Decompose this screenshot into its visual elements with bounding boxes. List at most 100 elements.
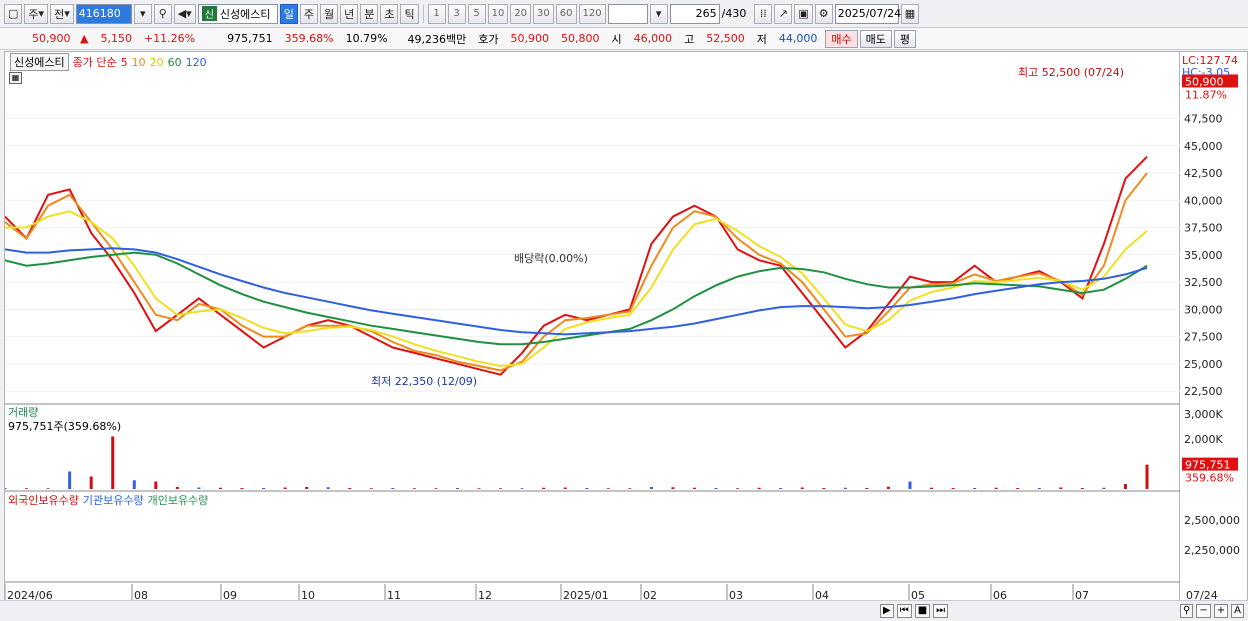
interval-5[interactable]: 5: [467, 3, 486, 24]
chart-area[interactable]: 2024/06 08 09 10 11 12 2025/01 02 03 04 05 06 07: [3, 51, 1181, 604]
price-tick-label: 25,000: [1184, 358, 1223, 371]
legend-foreign: 외국인보유수량: [8, 494, 79, 507]
save-icon[interactable]: ▣: [794, 3, 813, 24]
price-tick-label: 42,500: [1184, 167, 1223, 180]
volume-bar: [973, 488, 977, 489]
grid-table-icon[interactable]: ▦: [9, 72, 22, 84]
volume-bar: [563, 487, 567, 489]
toolbar: ▢ 주 ▾ 전 ▾ 416180 ▾ ⚲ ◀▾ 신 신성에스티 일 주 월 년 분 초…: [0, 0, 1248, 28]
stock-code-input[interactable]: 416180: [75, 3, 132, 24]
period-day[interactable]: 일: [279, 3, 298, 24]
period-week[interactable]: 주: [299, 3, 318, 24]
interval-1[interactable]: 1: [427, 3, 446, 24]
zoom-in-icon[interactable]: +: [1213, 603, 1229, 618]
period-second[interactable]: 초: [380, 3, 399, 24]
volume-bar: [606, 488, 610, 489]
gear-icon[interactable]: ⚙: [814, 3, 833, 24]
volume-bar: [908, 481, 912, 489]
volume-bar: [111, 436, 115, 489]
interval-dropdown-icon[interactable]: ▾: [649, 3, 668, 24]
volume-bar: [865, 488, 869, 489]
price-tick-label: 32,500: [1184, 276, 1223, 289]
volume-bar: [25, 488, 29, 489]
interval-20[interactable]: 20: [510, 3, 532, 24]
turnover-pct: 10.79%: [345, 32, 388, 45]
prev-button[interactable]: 전 ▾: [50, 3, 74, 24]
calendar-icon[interactable]: ▦: [900, 3, 920, 24]
count-total: /430: [721, 7, 747, 20]
volume-bar: [822, 488, 826, 489]
holdings-legend: 외국인보유수량 기관보유수량 개인보유수량: [8, 492, 208, 508]
eval-button[interactable]: 평: [893, 29, 917, 48]
legend-individual: 개인보유수량: [147, 494, 209, 507]
current-price: 50,900 ▲: [0, 32, 94, 45]
volume-bar: [800, 487, 804, 489]
x-axis-bar: [0, 600, 1248, 621]
shin-badge: 신: [201, 6, 217, 21]
volume-bar: [779, 488, 783, 489]
price-change: 5,150: [100, 32, 132, 45]
volume-bar: [477, 488, 481, 489]
type-select[interactable]: 주 ▾: [24, 3, 49, 24]
buy-button[interactable]: 매수: [825, 29, 858, 48]
volume-bar: [1080, 488, 1084, 489]
price-change-pct: +11.26%: [143, 32, 196, 45]
chart-menu-icon[interactable]: ▢: [4, 3, 23, 24]
holdings-tick-label: 2,500,000: [1184, 514, 1240, 527]
volume-bar: [391, 488, 395, 489]
interval-120[interactable]: 120: [578, 3, 606, 24]
volume-bar: [175, 487, 179, 489]
speaker-icon[interactable]: ◀▾: [173, 3, 196, 24]
zoom-out-icon[interactable]: −: [1196, 603, 1211, 618]
count-input[interactable]: 265: [669, 3, 720, 24]
scroll-last-icon[interactable]: ⏭: [933, 603, 949, 618]
dots-icon[interactable]: ⁞⁞: [754, 3, 773, 24]
stock-name-box[interactable]: 신 신성에스티: [197, 3, 278, 24]
period-year[interactable]: 년: [340, 3, 359, 24]
scroll-first-icon[interactable]: ⏮: [896, 603, 912, 618]
sell-button[interactable]: 매도: [859, 29, 892, 48]
interval-10[interactable]: 10: [487, 3, 509, 24]
scroll-right-icon[interactable]: ▶: [880, 603, 894, 618]
volume-bar: [89, 476, 93, 489]
stop-icon[interactable]: ■: [914, 603, 931, 618]
annotation-low: 최저 22,350 (12/09): [371, 375, 478, 388]
interval-60[interactable]: 60: [555, 3, 577, 24]
zoom-search-icon[interactable]: ⚲: [1180, 603, 1194, 618]
volume-bar: [628, 488, 632, 489]
legend-ma-20: 20: [149, 55, 164, 69]
volume-tick-label: 3,000K: [1184, 408, 1223, 421]
zoom-controls: ⚲ − + A: [1180, 603, 1244, 618]
code-dropdown-icon[interactable]: ▾: [133, 3, 152, 24]
volume-bar: [412, 488, 416, 489]
period-minute[interactable]: 분: [360, 3, 379, 24]
price-chart-svg: 2024/06 08 09 10 11 12 2025/01 02 03 04 05 06 07: [3, 118, 1181, 604]
volume-sub-legend: 975,751주(359.68%): [8, 418, 121, 434]
font-size-icon[interactable]: A: [1231, 603, 1244, 618]
interval-custom-input[interactable]: [607, 3, 648, 24]
hc-label: HC:-3.05: [1182, 66, 1230, 79]
search-icon[interactable]: ⚲: [153, 3, 172, 24]
volume-sub: 975,751주(359.68%): [8, 420, 122, 433]
price-tick-label: 40,000: [1184, 194, 1223, 207]
legend-ma-60: 60: [167, 55, 182, 69]
price-tick-label: 27,500: [1184, 331, 1223, 344]
legend-ma-10: 10: [131, 55, 146, 69]
date-input[interactable]: 2025/07/24: [834, 3, 901, 24]
volume-bar: [951, 488, 955, 489]
volume-bar: [671, 487, 675, 489]
interval-3[interactable]: 3: [447, 3, 466, 24]
type-select-value: 주: [28, 7, 39, 21]
volume-bar: [1145, 464, 1149, 489]
chart-tool-icon[interactable]: ↗: [774, 3, 793, 24]
period-month[interactable]: 월: [319, 3, 339, 24]
volume-bar: [714, 488, 718, 489]
legend-series-name: 종가 단순: [72, 56, 117, 69]
period-tick[interactable]: 틱: [400, 3, 419, 24]
interval-30[interactable]: 30: [533, 3, 554, 24]
stock-name: 신성에스티: [219, 7, 271, 21]
volume-bar: [930, 487, 934, 489]
legend-stock-name[interactable]: 신성에스티: [10, 53, 69, 71]
scroll-controls: ▶ ⏮ ■ ⏭: [880, 603, 949, 618]
current-pct-tag: 11.87%: [1185, 88, 1227, 101]
